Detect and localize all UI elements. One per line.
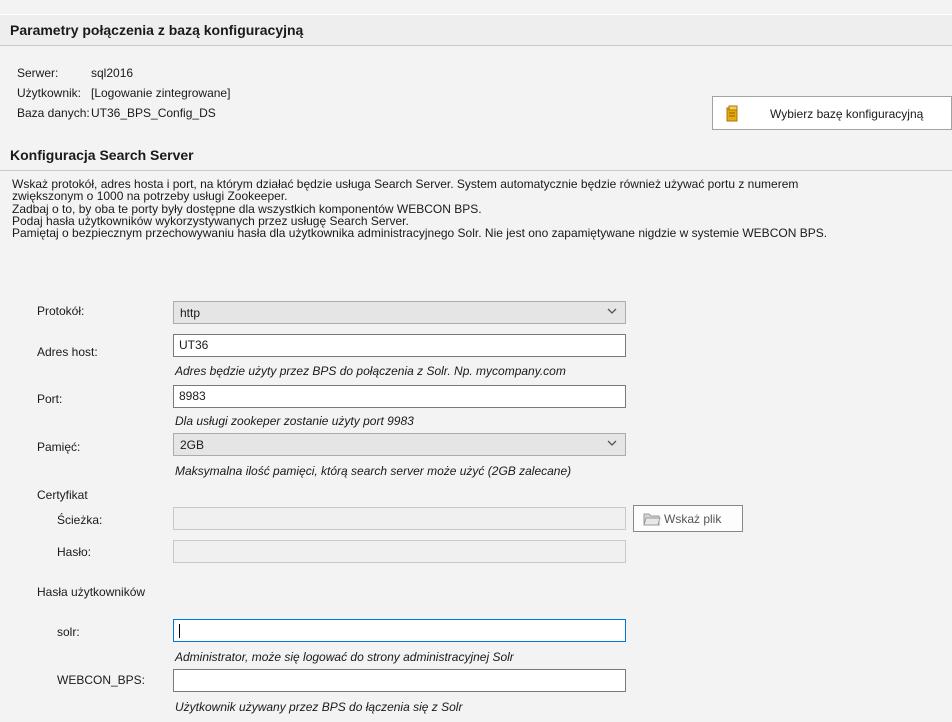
connection-section-title: Parametry połączenia z bazą konfiguracyj…	[10, 22, 304, 38]
host-input[interactable]: UT36	[173, 334, 626, 357]
connection-section-header: Parametry połączenia z bazą konfiguracyj…	[0, 14, 952, 46]
description-line: Pamiętaj o bezpiecznym przechowywaniu ha…	[12, 226, 828, 241]
database-label: Baza danych:	[17, 106, 90, 120]
description-line: zwiększonym o 1000 na potrzeby usługi Zo…	[12, 189, 288, 204]
certificate-label: Certyfikat	[37, 488, 88, 502]
host-label: Adres host:	[37, 345, 98, 359]
user-label: Użytkownik:	[17, 86, 82, 100]
protocol-select[interactable]: http	[173, 301, 626, 324]
browse-file-button[interactable]: Wskaż plik	[633, 505, 743, 532]
database-value: UT36_BPS_Config_DS	[91, 106, 216, 120]
protocol-selected-value: http	[180, 306, 201, 320]
memory-label: Pamięć:	[37, 440, 81, 454]
solr-password-label: solr:	[57, 625, 80, 639]
memory-select[interactable]: 2GB	[173, 433, 626, 456]
search-server-section-header: Konfiguracja Search Server	[0, 142, 952, 171]
chevron-down-icon	[607, 308, 617, 314]
solr-hint: Administrator, może się logować do stron…	[175, 650, 514, 664]
memory-selected-value: 2GB	[180, 438, 205, 452]
user-passwords-label: Hasła użytkowników	[37, 585, 146, 599]
search-server-description: Wskaż protokół, adres hosta i port, na k…	[12, 178, 947, 241]
database-icon	[726, 105, 738, 122]
choose-config-db-button[interactable]: Wybierz bazę konfiguracyjną	[712, 96, 952, 130]
memory-hint: Maksymalna ilość pamięci, którą search s…	[175, 464, 572, 478]
port-hint: Dla usługi zookeper zostanie użyty port …	[175, 414, 414, 428]
webcon-password-input[interactable]	[173, 669, 626, 692]
cert-password-input[interactable]	[173, 540, 626, 563]
server-value: sql2016	[91, 66, 134, 80]
browse-file-label: Wskaż plik	[664, 512, 722, 526]
solr-password-input[interactable]	[173, 619, 626, 642]
search-server-section-title: Konfiguracja Search Server	[10, 147, 194, 163]
cert-password-label: Hasło:	[57, 545, 92, 559]
chevron-down-icon	[607, 440, 617, 446]
port-input[interactable]: 8983	[173, 385, 626, 408]
text-caret	[179, 624, 180, 638]
webcon-hint: Użytkownik używany przez BPS do łączenia…	[175, 700, 463, 714]
protocol-label: Protokół:	[37, 304, 85, 318]
cert-path-input[interactable]	[173, 507, 626, 530]
host-hint: Adres będzie użyty przez BPS do połączen…	[175, 364, 566, 378]
folder-icon	[643, 513, 661, 526]
server-label: Serwer:	[17, 66, 59, 80]
choose-config-db-label: Wybierz bazę konfiguracyjną	[770, 107, 924, 121]
cert-path-label: Ścieżka:	[57, 513, 103, 527]
webcon-password-label: WEBCON_BPS:	[57, 673, 146, 687]
user-value: [Logowanie zintegrowane]	[91, 86, 231, 100]
port-label: Port:	[37, 392, 63, 406]
